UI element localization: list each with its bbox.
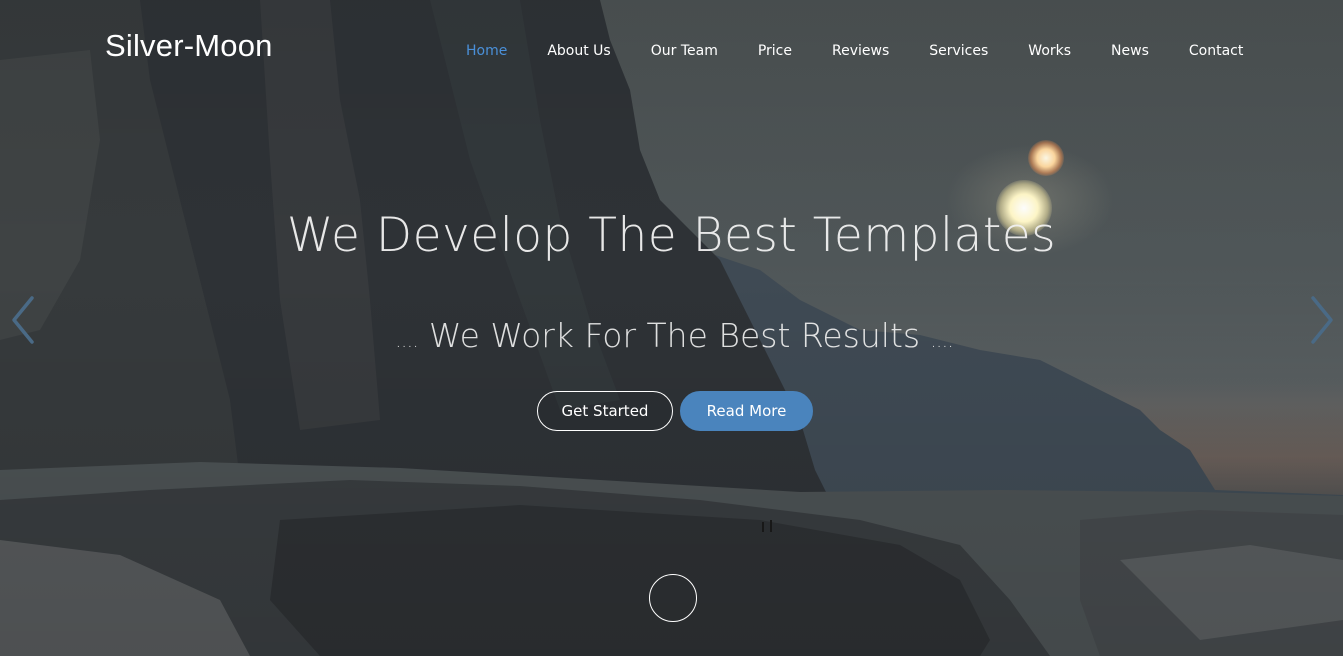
read-more-button[interactable]: Read More [680, 391, 813, 431]
nav-reviews[interactable]: Reviews [812, 43, 909, 59]
scroll-down-circle-icon[interactable] [649, 574, 697, 622]
subline-prefix: .... [395, 331, 419, 352]
hero-section: Silver-Moon Home About Us Our Team Price… [0, 0, 1343, 656]
nav-news[interactable]: News [1091, 43, 1169, 59]
subline-suffix: .... [930, 331, 954, 352]
nav-works[interactable]: Works [1008, 43, 1091, 59]
nav-price[interactable]: Price [738, 43, 812, 59]
main-navigation: Home About Us Our Team Price Reviews Ser… [446, 43, 1263, 59]
nav-home[interactable]: Home [446, 43, 527, 59]
subline-text: We Work For The Best Results [428, 316, 921, 355]
get-started-button[interactable]: Get Started [537, 391, 673, 431]
nav-contact[interactable]: Contact [1169, 43, 1263, 59]
site-logo[interactable]: Silver-Moon [105, 28, 273, 64]
nav-services[interactable]: Services [909, 43, 1008, 59]
nav-our-team[interactable]: Our Team [631, 43, 738, 59]
hero-subline: .... We Work For The Best Results .... [0, 316, 1343, 355]
nav-about-us[interactable]: About Us [527, 43, 630, 59]
hero-headline: We Develop The Best Templates [286, 208, 1057, 263]
